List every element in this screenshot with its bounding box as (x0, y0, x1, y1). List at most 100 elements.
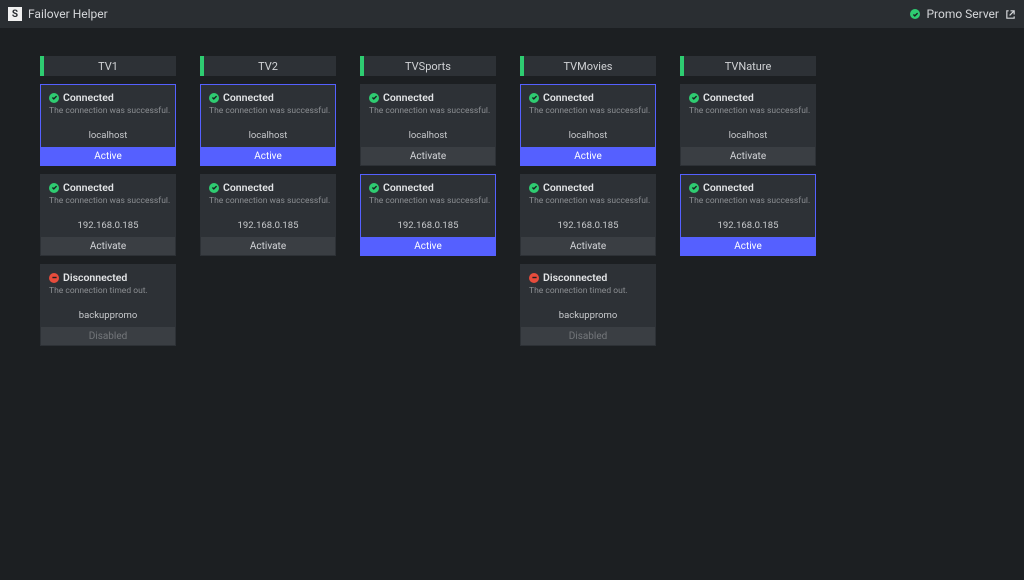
channel-header: TV1 (40, 56, 176, 76)
activate-button[interactable]: Activate (201, 237, 335, 255)
status-message: The connection was successful. (49, 106, 167, 116)
status-message: The connection was successful. (49, 196, 167, 206)
status-text: Connected (703, 181, 754, 194)
server-card: Connected The connection was successful. 1… (680, 174, 816, 256)
channel-header: TVSports (360, 56, 496, 76)
check-circle-icon (369, 93, 379, 103)
promo-server-link[interactable]: Promo Server (910, 7, 1016, 21)
external-link-icon (1005, 9, 1016, 20)
server-host: localhost (49, 130, 167, 141)
channel-column: TV2 Connected The connection was successfu… (200, 56, 336, 256)
channel-header: TV2 (200, 56, 336, 76)
check-circle-icon (689, 93, 699, 103)
activate-button[interactable]: Activate (521, 237, 655, 255)
check-circle-icon (529, 93, 539, 103)
activate-button[interactable]: Activate (361, 147, 495, 165)
status-line: Connected (369, 91, 487, 104)
status-line: Connected (209, 181, 327, 194)
check-circle-icon (369, 183, 379, 193)
channel-column: TV1 Connected The connection was successfu… (40, 56, 176, 346)
promo-server-label: Promo Server (926, 7, 999, 21)
server-card: ConnectedThe connection was successful.1… (200, 174, 336, 256)
status-text: Disconnected (543, 271, 607, 284)
server-card-body: DisconnectedThe connection timed out.bac… (41, 265, 175, 327)
app-logo-icon: S (8, 7, 22, 21)
status-text: Connected (703, 91, 754, 104)
server-card-body: Connected The connection was successful. 1… (521, 175, 655, 237)
server-card-body: ConnectedThe connection was successful.1… (201, 175, 335, 237)
active-button[interactable]: Active (521, 147, 655, 165)
server-card-body: Connected The connection was successful. 1… (361, 175, 495, 237)
active-button[interactable]: Active (681, 237, 815, 255)
status-message: The connection was successful. (209, 196, 327, 206)
server-host: 192.168.0.185 (49, 220, 167, 231)
channels-grid: TV1 Connected The connection was successfu… (0, 28, 1024, 374)
status-line: Disconnected (49, 271, 167, 284)
server-card: Connected The connection was successful. l… (520, 84, 656, 166)
minus-circle-icon (529, 273, 539, 283)
activate-button[interactable]: Activate (681, 147, 815, 165)
status-text: Disconnected (63, 271, 127, 284)
active-button[interactable]: Active (41, 147, 175, 165)
server-card: DisconnectedThe connection timed out.bac… (40, 264, 176, 346)
channel-header: TVMovies (520, 56, 656, 76)
active-button[interactable]: Active (361, 237, 495, 255)
status-line: Connected (369, 181, 487, 194)
channel-header: TVNature (680, 56, 816, 76)
check-circle-icon (49, 183, 59, 193)
status-message: The connection was successful. (689, 196, 807, 206)
status-line: Connected (529, 181, 647, 194)
server-host: localhost (689, 130, 807, 141)
check-circle-icon (49, 93, 59, 103)
status-line: Connected (689, 181, 807, 194)
status-text: Connected (63, 181, 114, 194)
channel-column: TVSports Connected The connection was succ… (360, 56, 496, 256)
status-line: Connected (689, 91, 807, 104)
status-text: Connected (383, 91, 434, 104)
status-text: Connected (543, 91, 594, 104)
status-text: Connected (383, 181, 434, 194)
channel-column: TVNatureConnectedThe connection was succ… (680, 56, 816, 256)
server-host: backuppromo (49, 310, 167, 321)
status-message: The connection was successful. (529, 196, 647, 206)
status-text: Connected (223, 181, 274, 194)
server-host: localhost (209, 130, 327, 141)
server-host: 192.168.0.185 (529, 220, 647, 231)
status-message: The connection was successful. (369, 106, 487, 116)
status-message: The connection was successful. (209, 106, 327, 116)
check-circle-icon (209, 183, 219, 193)
server-card-body: Connected The connection was successful. l… (41, 85, 175, 147)
status-text: Connected (543, 181, 594, 194)
server-card: Disconnected The connection timed out. bac… (520, 264, 656, 346)
status-line: Connected (529, 91, 647, 104)
server-card: Connected The connection was successful. l… (40, 84, 176, 166)
server-card: Connected The connection was successful. l… (200, 84, 336, 166)
server-card-body: Connected The connection was successful. 1… (41, 175, 175, 237)
status-line: Connected (209, 91, 327, 104)
server-host: localhost (529, 130, 647, 141)
status-message: The connection was successful. (529, 106, 647, 116)
server-card: ConnectedThe connection was successful.l… (360, 84, 496, 166)
check-circle-icon (689, 183, 699, 193)
server-card-body: ConnectedThe connection was successful.l… (361, 85, 495, 147)
server-card-body: Disconnected The connection timed out. bac… (521, 265, 655, 327)
status-text: Connected (63, 91, 114, 104)
active-button[interactable]: Active (201, 147, 335, 165)
server-host: backuppromo (529, 310, 647, 321)
server-card: Connected The connection was successful. 1… (360, 174, 496, 256)
status-line: Disconnected (529, 271, 647, 284)
server-card-body: Connected The connection was successful. 1… (681, 175, 815, 237)
activate-button[interactable]: Activate (41, 237, 175, 255)
server-card-body: Connected The connection was successful. l… (201, 85, 335, 147)
status-message: The connection timed out. (529, 286, 647, 296)
server-card: ConnectedThe connection was successful.l… (680, 84, 816, 166)
server-card-body: ConnectedThe connection was successful.l… (681, 85, 815, 147)
check-circle-icon (529, 183, 539, 193)
server-host: 192.168.0.185 (369, 220, 487, 231)
status-message: The connection was successful. (369, 196, 487, 206)
app-title: Failover Helper (28, 7, 108, 21)
check-circle-icon (209, 93, 219, 103)
server-card-body: Connected The connection was successful. l… (521, 85, 655, 147)
server-host: 192.168.0.185 (689, 220, 807, 231)
disabled-button: Disabled (41, 327, 175, 345)
